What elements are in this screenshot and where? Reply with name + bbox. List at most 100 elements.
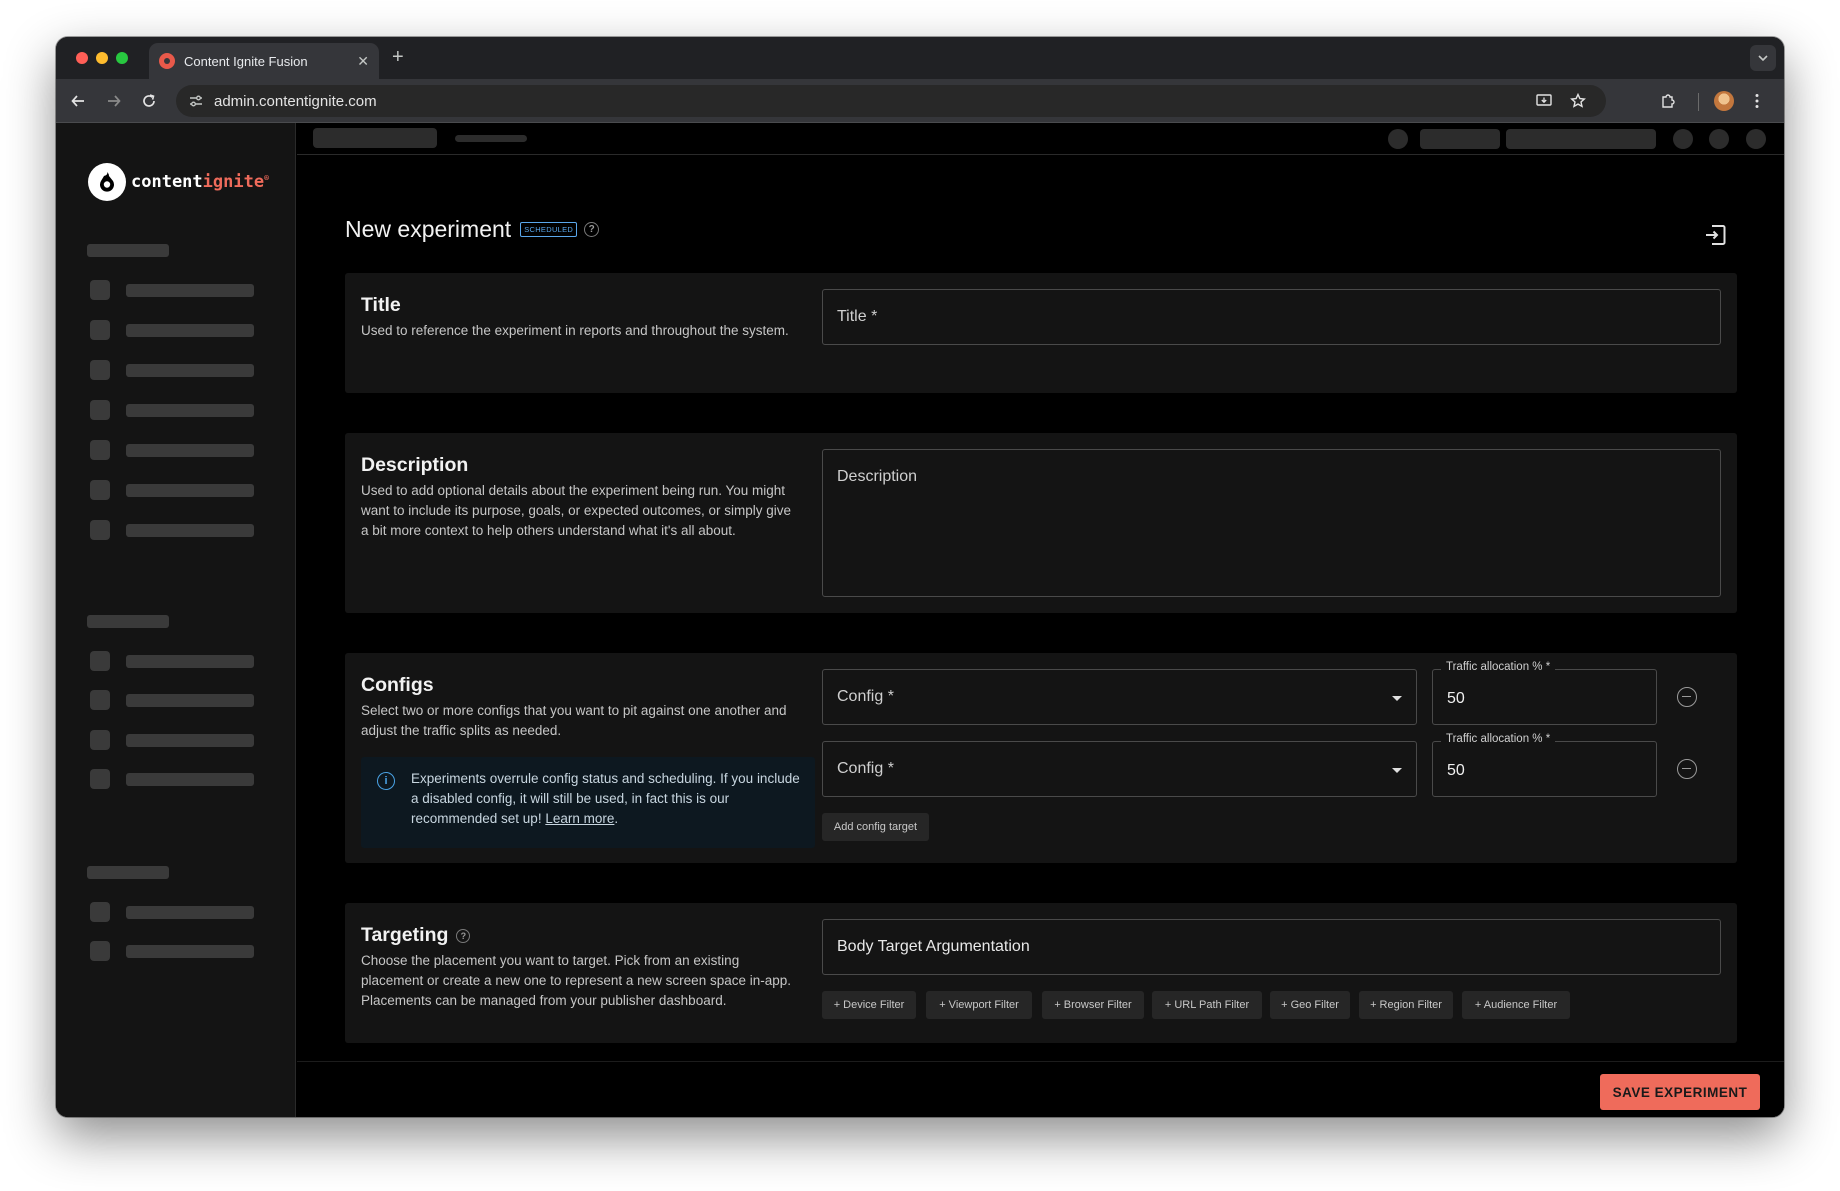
tab-search-button[interactable]	[1750, 45, 1776, 71]
main-content: New experiment SCHEDULED ? Title Used to…	[297, 156, 1784, 1117]
sidebar-item-icon	[90, 520, 110, 540]
toolbar-divider	[1698, 93, 1699, 111]
sidebar-item-placeholder[interactable]	[90, 651, 260, 671]
config-select[interactable]: Config *	[822, 741, 1417, 797]
remove-config-icon[interactable]	[1677, 687, 1697, 707]
site-settings-icon[interactable]	[186, 91, 206, 111]
forward-button[interactable]	[102, 89, 126, 113]
sidebar-item-icon	[90, 360, 110, 380]
extensions-button[interactable]	[1656, 89, 1680, 113]
sidebar-item-placeholder[interactable]	[90, 280, 260, 300]
top-bar-button-placeholder[interactable]	[1420, 129, 1500, 149]
sidebar-item-placeholder[interactable]	[90, 360, 260, 380]
flame-icon	[100, 172, 114, 192]
form-footer: SAVE EXPERIMENT	[297, 1061, 1784, 1117]
viewport-filter-button[interactable]: + Viewport Filter	[926, 991, 1032, 1019]
exit-icon[interactable]	[1704, 224, 1726, 246]
traffic-allocation-label: Traffic allocation % *	[1441, 733, 1556, 745]
url-path-filter-button[interactable]: + URL Path Filter	[1152, 991, 1262, 1019]
add-config-target-button[interactable]: Add config target	[822, 813, 929, 841]
logo-text: contentignite®	[131, 172, 269, 192]
browser-toolbar: admin.contentignite.com	[56, 79, 1784, 123]
top-bar-button-placeholder[interactable]	[1506, 129, 1656, 149]
close-window-button[interactable]	[76, 52, 88, 64]
sidebar-item-placeholder[interactable]	[90, 730, 260, 750]
traffic-allocation-value: 50	[1447, 762, 1465, 779]
reload-icon	[143, 94, 155, 107]
sidebar-item-placeholder[interactable]	[90, 480, 260, 500]
new-tab-button[interactable]: +	[392, 46, 404, 69]
logo-flame-icon	[88, 163, 126, 201]
sidebar-item-icon	[90, 400, 110, 420]
section-description: Used to add optional details about the e…	[361, 483, 791, 538]
sidebar-item-placeholder[interactable]	[90, 320, 260, 340]
remove-config-icon[interactable]	[1677, 759, 1697, 779]
tune-icon	[190, 95, 202, 107]
address-bar[interactable]: admin.contentignite.com	[176, 85, 1606, 117]
help-icon[interactable]: ?	[584, 222, 600, 237]
sidebar-section-heading-placeholder	[87, 244, 169, 257]
top-bar-icon-placeholder[interactable]	[1673, 129, 1693, 149]
logo[interactable]: contentignite®	[88, 163, 269, 201]
sidebar-section-heading-placeholder	[87, 615, 169, 628]
section-heading: Title	[361, 294, 401, 316]
top-bar-icon-placeholder[interactable]	[1746, 129, 1766, 149]
region-filter-button[interactable]: + Region Filter	[1359, 991, 1453, 1019]
learn-more-link[interactable]: Learn more	[545, 811, 614, 826]
top-bar-icon-placeholder[interactable]	[1388, 129, 1408, 149]
sidebar-item-icon	[90, 480, 110, 500]
close-tab-icon[interactable]: ✕	[357, 53, 369, 70]
browser-tab[interactable]: Content Ignite Fusion ✕	[149, 43, 379, 79]
sidebar-item-placeholder[interactable]	[90, 902, 260, 922]
device-filter-button[interactable]: + Device Filter	[822, 991, 916, 1019]
page-title: New experiment	[345, 216, 512, 242]
help-icon[interactable]: ?	[456, 928, 471, 943]
reload-button[interactable]	[137, 89, 161, 113]
audience-filter-button[interactable]: + Audience Filter	[1462, 991, 1570, 1019]
profile-avatar[interactable]	[1714, 91, 1734, 111]
maximize-window-button[interactable]	[116, 52, 128, 64]
placement-select[interactable]: Body Target Argumentation	[822, 919, 1721, 975]
config-select[interactable]: Config *	[822, 669, 1417, 725]
sidebar-item-label-placeholder	[126, 404, 254, 417]
sidebar-item-placeholder[interactable]	[90, 941, 260, 961]
description-textarea[interactable]: Description	[822, 449, 1721, 597]
minimize-window-button[interactable]	[96, 52, 108, 64]
sidebar-item-icon	[90, 280, 110, 300]
breadcrumb-placeholder	[455, 135, 527, 142]
app: contentignite® New experiment SCHEDULED …	[56, 123, 1784, 1117]
browser-filter-button[interactable]: + Browser Filter	[1042, 991, 1144, 1019]
description-section: Description Used to add optional details…	[345, 433, 1737, 613]
top-bar-icon-placeholder[interactable]	[1709, 129, 1729, 149]
install-app-icon[interactable]	[1534, 91, 1554, 111]
sidebar-item-placeholder[interactable]	[90, 690, 260, 710]
sidebar-item-placeholder[interactable]	[90, 440, 260, 460]
more-vertical-icon	[1755, 94, 1759, 108]
title-input[interactable]: Title *	[822, 289, 1721, 345]
sidebar-item-placeholder[interactable]	[90, 520, 260, 540]
traffic-allocation-input[interactable]: Traffic allocation % * 50	[1432, 661, 1657, 725]
config-select-placeholder: Config *	[837, 760, 894, 777]
sidebar-item-label-placeholder	[126, 906, 254, 919]
browser-menu-button[interactable]	[1745, 89, 1769, 113]
sidebar-item-icon	[90, 941, 110, 961]
bookmark-star-icon[interactable]	[1568, 91, 1588, 111]
sidebar-item-label-placeholder	[126, 284, 254, 297]
sidebar-item-placeholder[interactable]	[90, 769, 260, 789]
dropdown-arrow-icon	[1392, 768, 1402, 773]
sidebar-item-label-placeholder	[126, 655, 254, 668]
url-text: admin.contentignite.com	[214, 92, 377, 110]
sidebar-item-label-placeholder	[126, 773, 254, 786]
traffic-allocation-value: 50	[1447, 690, 1465, 707]
page-header: New experiment SCHEDULED ?	[345, 216, 600, 243]
back-button[interactable]	[66, 89, 90, 113]
monitor-download-icon	[1536, 94, 1552, 106]
sidebar-item-icon	[90, 690, 110, 710]
sidebar-item-placeholder[interactable]	[90, 400, 260, 420]
registered-mark: ®	[264, 173, 269, 183]
traffic-allocation-input[interactable]: Traffic allocation % * 50	[1432, 733, 1657, 797]
sidebar-item-label-placeholder	[126, 945, 254, 958]
save-experiment-button[interactable]: SAVE EXPERIMENT	[1600, 1074, 1760, 1110]
geo-filter-button[interactable]: + Geo Filter	[1270, 991, 1350, 1019]
sidebar-item-icon	[90, 651, 110, 671]
